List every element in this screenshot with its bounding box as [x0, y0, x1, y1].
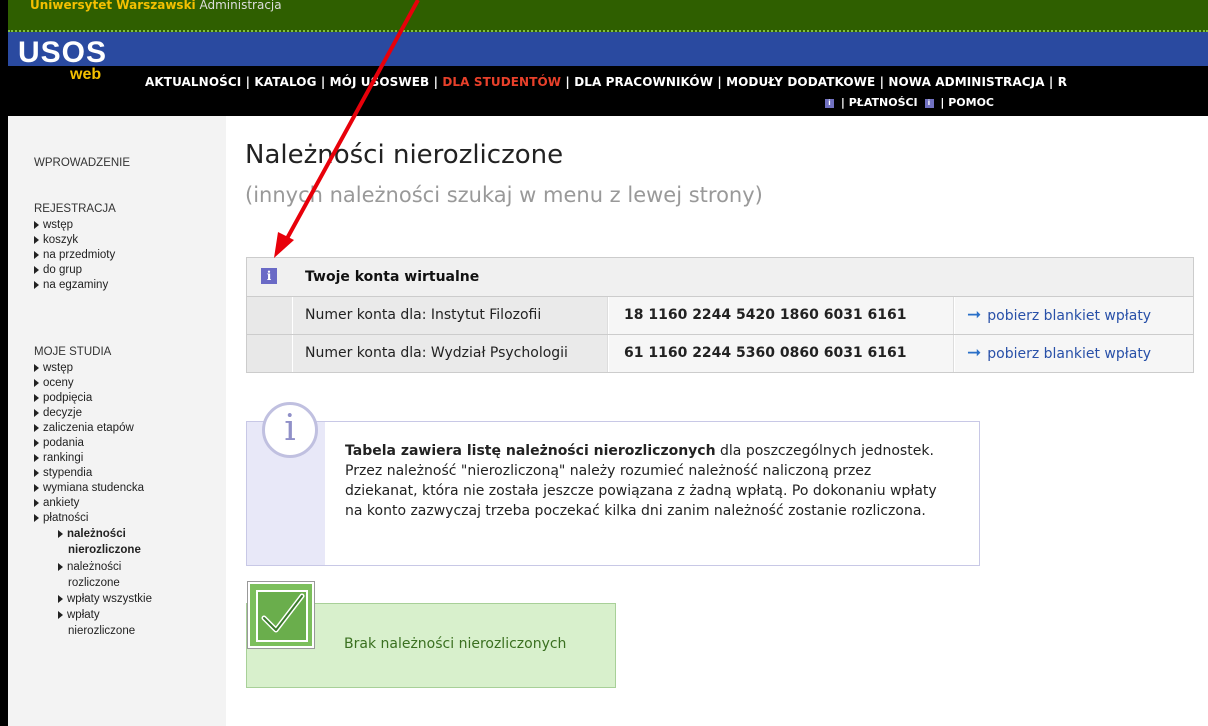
page: Uniwersytet Warszawski Administracja USO…: [0, 0, 1208, 726]
red-annotation-arrow: [274, 0, 420, 258]
